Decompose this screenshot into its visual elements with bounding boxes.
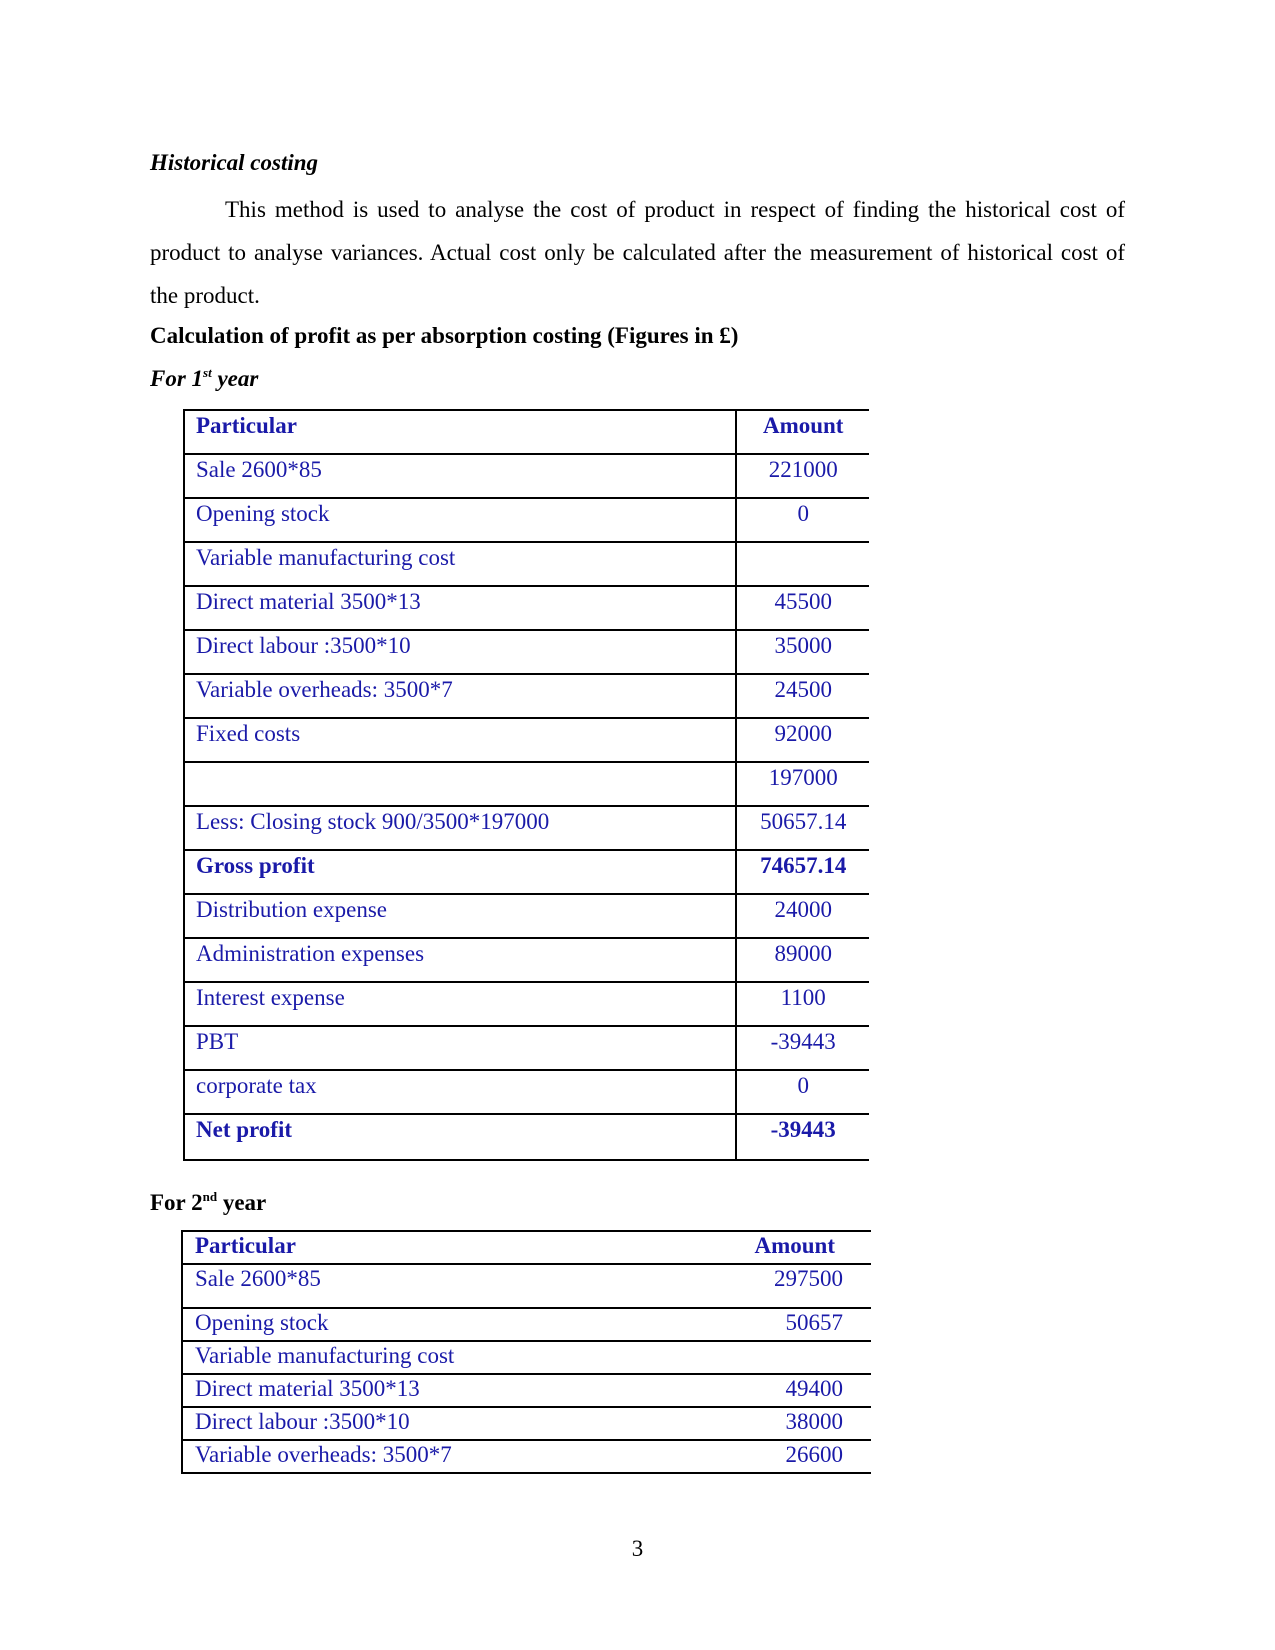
header-amount: Amount <box>664 1230 871 1265</box>
year1-label-prefix: For 1 <box>150 366 204 391</box>
cell-amount: 197000 <box>736 761 869 807</box>
table-row: Direct labour :3500*10 35000 <box>182 629 869 675</box>
cell-particular: Less: Closing stock 900/3500*197000 <box>182 805 738 851</box>
cell-particular: Opening stock <box>181 1307 665 1342</box>
cell-amount: 0 <box>736 1069 869 1115</box>
cell-amount: 45500 <box>736 585 869 631</box>
table-row: Direct labour :3500*10 38000 <box>181 1406 871 1441</box>
cell-particular: Opening stock <box>182 497 738 543</box>
cell-particular: Net profit <box>182 1113 738 1161</box>
page-number: 3 <box>631 1536 644 1561</box>
cell-amount: 50657.14 <box>736 805 869 851</box>
cell-particular: Sale 2600*85 <box>182 453 738 499</box>
table-row: Direct material 3500*13 49400 <box>181 1373 871 1408</box>
cell-particular: Direct material 3500*13 <box>181 1373 665 1408</box>
table-row: 197000 <box>182 761 869 807</box>
table-row: Direct material 3500*13 45500 <box>182 585 869 631</box>
table-row: Variable manufacturing cost <box>182 541 869 587</box>
table-row: Opening stock 0 <box>182 497 869 543</box>
cell-particular: Sale 2600*85 <box>181 1263 665 1309</box>
cell-particular: Direct labour :3500*10 <box>182 629 738 675</box>
table-row: Opening stock 50657 <box>181 1307 871 1342</box>
year2-label-prefix: For 2 <box>150 1190 203 1215</box>
table-row: Variable overheads: 3500*7 26600 <box>181 1439 871 1474</box>
cell-amount: 49400 <box>664 1373 871 1408</box>
section-heading: Historical costing <box>150 150 319 175</box>
cell-amount: 24500 <box>736 673 869 719</box>
cell-particular: Variable overheads: 3500*7 <box>182 673 738 719</box>
cell-particular: PBT <box>182 1025 738 1071</box>
year1-label: For 1st year <box>150 365 258 393</box>
table-row: Gross profit 74657.14 <box>182 849 869 895</box>
cell-particular: Variable manufacturing cost <box>182 541 738 587</box>
cell-amount: 35000 <box>736 629 869 675</box>
cell-particular: Interest expense <box>182 981 738 1027</box>
cell-particular: corporate tax <box>182 1069 738 1115</box>
cell-amount <box>736 541 869 587</box>
year2-label-suffix: year <box>217 1190 267 1215</box>
table-row: corporate tax 0 <box>182 1069 869 1115</box>
cell-amount: -39443 <box>736 1113 869 1161</box>
year2-label: For 2nd year <box>150 1189 266 1217</box>
header-amount: Amount <box>736 409 869 455</box>
cell-particular: Administration expenses <box>182 937 738 983</box>
cell-amount: 92000 <box>736 717 869 763</box>
absorption-costing-table-year2: Particular Amount Sale 2600*85 297500 Open… <box>181 1230 871 1474</box>
table-row: Sale 2600*85 221000 <box>182 453 869 499</box>
calculation-title: Calculation of profit as per absorption … <box>150 323 739 348</box>
cell-particular: Distribution expense <box>182 893 738 939</box>
cell-particular <box>182 761 738 807</box>
cell-particular: Direct labour :3500*10 <box>181 1406 665 1441</box>
table-row: Fixed costs 92000 <box>182 717 869 763</box>
cell-amount: 0 <box>736 497 869 543</box>
cell-amount: -39443 <box>736 1025 869 1071</box>
cell-particular: Fixed costs <box>182 717 738 763</box>
table-row: Interest expense 1100 <box>182 981 869 1027</box>
absorption-costing-table-year1: Particular Amount Sale 2600*85 221000 Open… <box>182 409 869 1161</box>
cell-particular: Variable manufacturing cost <box>181 1340 665 1375</box>
cell-amount: 38000 <box>664 1406 871 1441</box>
cell-amount: 1100 <box>736 981 869 1027</box>
header-particular: Particular <box>182 409 738 455</box>
cell-amount: 50657 <box>664 1307 871 1342</box>
cell-amount <box>664 1340 871 1375</box>
cell-amount: 221000 <box>736 453 869 499</box>
cell-amount: 89000 <box>736 937 869 983</box>
cell-particular: Variable overheads: 3500*7 <box>181 1439 665 1474</box>
table-row: Distribution expense 24000 <box>182 893 869 939</box>
table-row: Variable manufacturing cost <box>181 1340 871 1375</box>
table-row: Net profit -39443 <box>182 1113 869 1161</box>
table-row: Sale 2600*85 297500 <box>181 1263 871 1309</box>
year2-label-sup: nd <box>202 1189 218 1204</box>
year1-label-suffix: year <box>211 366 259 391</box>
table-header-row: Particular Amount <box>181 1230 871 1265</box>
cell-amount: 24000 <box>736 893 869 939</box>
cell-particular: Gross profit <box>182 849 738 895</box>
document-page: Historical costing This method is used t… <box>0 0 1275 1650</box>
table-row: PBT -39443 <box>182 1025 869 1071</box>
table-row: Less: Closing stock 900/3500*197000 50657… <box>182 805 869 851</box>
header-particular: Particular <box>181 1230 665 1265</box>
cell-amount: 26600 <box>664 1439 871 1474</box>
cell-amount: 74657.14 <box>736 849 869 895</box>
body-paragraph: This method is used to analyse the cost … <box>150 197 1125 308</box>
cell-amount: 297500 <box>664 1263 871 1309</box>
table-row: Variable overheads: 3500*7 24500 <box>182 673 869 719</box>
table-header-row: Particular Amount <box>182 409 869 455</box>
year1-label-sup: st <box>203 365 212 380</box>
table-row: Administration expenses 89000 <box>182 937 869 983</box>
cell-particular: Direct material 3500*13 <box>182 585 738 631</box>
